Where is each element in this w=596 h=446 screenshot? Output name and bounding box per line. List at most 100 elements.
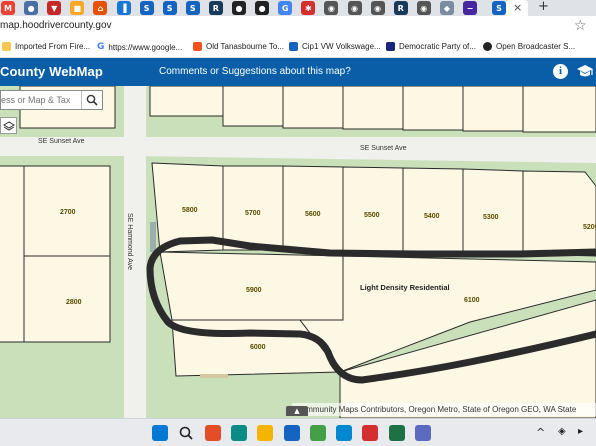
bookmark-imported[interactable]: Imported From Fire... — [2, 42, 90, 51]
file-explorer-icon[interactable] — [257, 425, 274, 441]
url-text[interactable]: map.hoodrivercounty.gov — [0, 20, 112, 31]
parcel-number: 5400 — [424, 213, 440, 220]
speaker-icon[interactable]: ▸ — [578, 426, 583, 437]
parcel-5500[interactable] — [342, 166, 404, 253]
r-icon[interactable]: R — [393, 1, 408, 15]
parcel-number: 5500 — [364, 212, 380, 219]
s-icon[interactable]: S — [162, 1, 177, 15]
bookmark-vw[interactable]: Cip1 VW Volkswage... — [289, 42, 381, 51]
chart-icon[interactable]: ▐ — [116, 1, 131, 15]
gmail-icon[interactable]: M — [1, 1, 15, 15]
windows-start-icon[interactable] — [152, 425, 168, 441]
parcel[interactable] — [222, 86, 284, 127]
map-search[interactable] — [0, 90, 103, 110]
chrome-icon[interactable]: ◉ — [324, 1, 339, 15]
d-logo-icon — [386, 42, 395, 51]
windows-taskbar: ^ ◈ ▸ — [0, 418, 596, 446]
street-label: SE Sunset Ave — [38, 138, 85, 145]
attribution-expand-button[interactable]: ▲ — [286, 406, 308, 416]
calculator-icon[interactable] — [415, 425, 431, 441]
s-icon[interactable]: S — [492, 1, 506, 15]
search-input[interactable] — [1, 91, 81, 109]
google-icon: G — [97, 42, 105, 52]
home-icon[interactable]: ⌂ — [93, 1, 108, 15]
search-icon — [86, 94, 98, 106]
bookmark-democratic[interactable]: Democratic Party of... — [386, 42, 476, 51]
layers-icon — [2, 120, 15, 131]
parcel[interactable] — [0, 165, 25, 343]
map-attribution: Community Maps Contributors, Oregon Metr… — [292, 403, 596, 416]
search-icon[interactable] — [178, 425, 194, 441]
settings-icon[interactable]: ✱ — [301, 1, 316, 15]
mail-icon[interactable] — [283, 425, 300, 441]
parcel-number: 5800 — [182, 207, 198, 214]
s-icon[interactable]: S — [139, 1, 154, 15]
app-header: County WebMap Comments or Suggestions ab… — [0, 58, 596, 86]
bookmark-tanasbourne[interactable]: Old Tanasbourne To... — [193, 42, 284, 51]
chrome-icon[interactable] — [204, 425, 221, 441]
parcel-5200[interactable] — [522, 170, 596, 257]
new-tab-button[interactable]: + — [538, 0, 549, 14]
parcel[interactable] — [342, 86, 404, 130]
app-title: County WebMap — [0, 64, 103, 79]
wifi-icon[interactable]: ◈ — [558, 426, 566, 437]
parcel-number: 6100 — [464, 297, 480, 304]
parcel-5300[interactable] — [462, 168, 524, 255]
tray-chevron-icon[interactable]: ^ — [536, 426, 545, 439]
excel-icon[interactable] — [388, 425, 405, 441]
document-icon[interactable]: ■ — [70, 1, 85, 15]
map-feature — [200, 374, 228, 378]
folder-icon — [2, 42, 11, 51]
shield-icon[interactable]: ◆ — [439, 1, 454, 15]
address-bar[interactable]: map.hoodrivercounty.gov ☆ — [0, 16, 596, 38]
graduation-cap-icon[interactable] — [576, 63, 594, 84]
obs-icon — [483, 42, 492, 51]
shield-icon[interactable]: ▼ — [47, 1, 62, 15]
map-marker — [150, 222, 156, 252]
chrome-icon[interactable]: ◉ — [416, 1, 431, 15]
active-tab[interactable]: × — [506, 0, 528, 16]
car-icon — [289, 42, 298, 51]
github-icon[interactable]: ● — [255, 1, 270, 15]
parcel-number: 2800 — [66, 299, 82, 306]
bookmarks-bar: Imported From Fire... G https://www.goog… — [0, 38, 596, 58]
blogger-icon — [193, 42, 202, 51]
layers-button[interactable] — [0, 117, 17, 134]
browser-icon[interactable]: ● — [24, 1, 39, 15]
search-button[interactable] — [81, 91, 102, 109]
chrome-icon[interactable]: ◉ — [347, 1, 362, 15]
street-label: SE Sunset Ave — [360, 145, 407, 152]
r-icon[interactable]: R — [208, 1, 223, 15]
zone-label: Light Density Residential — [360, 283, 450, 292]
parcel[interactable] — [402, 86, 464, 131]
parcel[interactable] — [462, 86, 524, 132]
parcel-number: 5900 — [246, 287, 262, 294]
map-canvas[interactable]: SE Sunset Ave SE Sunset Ave SE Hammond A… — [0, 86, 596, 418]
close-tab-icon[interactable]: × — [513, 1, 522, 14]
chrome-icon[interactable]: ◉ — [370, 1, 385, 15]
parcel-number: 5600 — [305, 211, 321, 218]
map-svg[interactable]: SE Sunset Ave SE Sunset Ave SE Hammond A… — [0, 86, 596, 418]
minus-circle-icon[interactable]: − — [463, 1, 477, 15]
github-icon[interactable]: ● — [232, 1, 246, 15]
bookmark-google[interactable]: G https://www.google... — [97, 42, 182, 52]
s-icon[interactable]: S — [185, 1, 200, 15]
google-icon[interactable]: G — [278, 1, 293, 15]
parcel-5700[interactable] — [222, 165, 284, 251]
parcel-5900[interactable] — [159, 251, 344, 321]
parcel-number: 5200 — [583, 224, 596, 231]
parcel-5600[interactable] — [282, 165, 344, 252]
app-icon[interactable] — [336, 425, 353, 441]
bookmark-star-icon[interactable]: ☆ — [574, 18, 587, 34]
parcel[interactable] — [282, 86, 344, 129]
info-icon[interactable]: i — [553, 64, 568, 79]
parcel[interactable] — [522, 86, 596, 133]
opera-icon[interactable] — [362, 425, 379, 441]
edge-icon[interactable] — [230, 425, 247, 441]
store-icon[interactable] — [309, 425, 326, 441]
parcel-5400[interactable] — [402, 167, 464, 254]
comments-link[interactable]: Comments or Suggestions about this map? — [159, 66, 351, 77]
bookmark-obs[interactable]: Open Broadcaster S... — [483, 42, 575, 51]
parcel[interactable] — [149, 86, 224, 117]
parcel-number: 6000 — [250, 344, 266, 351]
